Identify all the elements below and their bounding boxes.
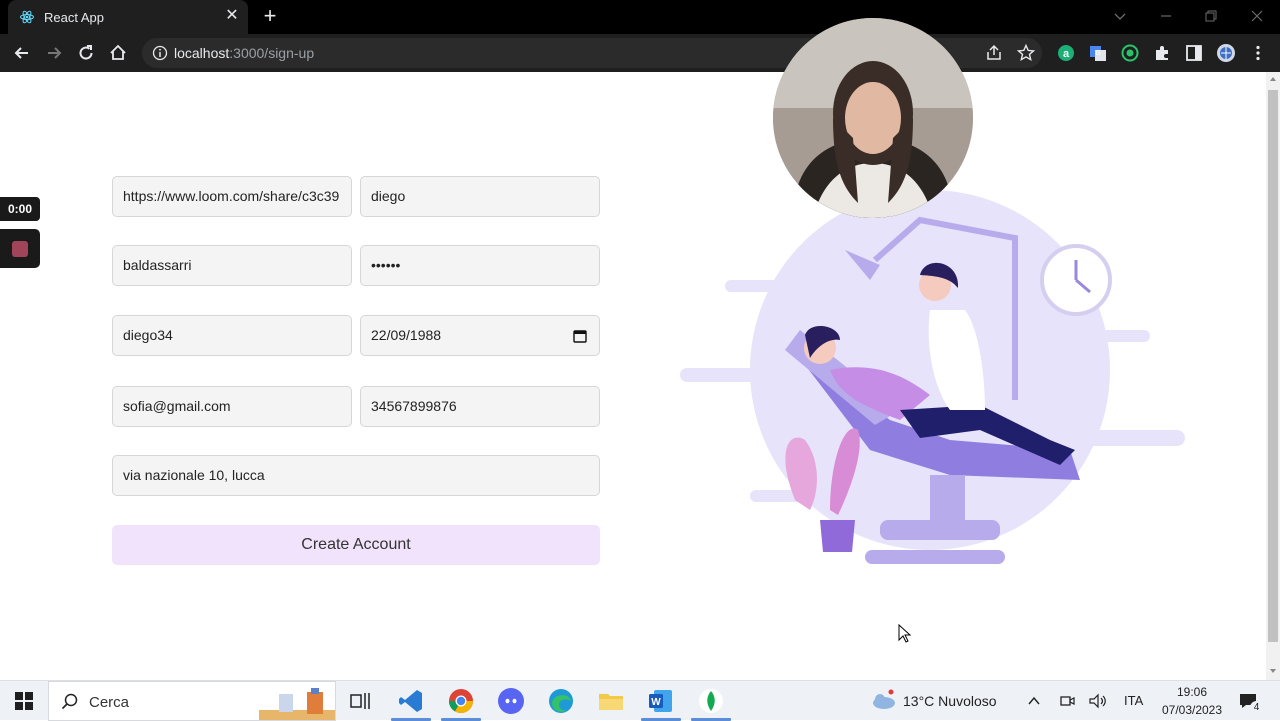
browser-tab[interactable]: React App ✕ [8,0,248,34]
site-info-icon[interactable] [152,45,168,61]
file-explorer-icon[interactable] [597,687,625,715]
search-placeholder: Cerca [89,694,130,711]
extension-circle-icon[interactable] [1120,43,1140,63]
taskbar-search-box[interactable]: Cerca [48,681,336,721]
scroll-down-icon[interactable] [1268,666,1278,676]
language-indicator[interactable]: ITA [1124,693,1143,708]
react-logo-icon [20,10,34,24]
word-icon[interactable]: W [647,687,675,715]
back-icon[interactable] [12,43,32,63]
dentist-illustration [680,190,1185,564]
scrollbar-thumb[interactable] [1268,90,1278,642]
browser-tab-bar: React App ✕ + [0,0,1280,34]
bookmark-star-icon[interactable] [1016,43,1036,63]
browser-toolbar: localhost:3000/sign-up a G [0,34,1280,72]
search-icon [61,693,78,710]
restore-icon[interactable] [1201,6,1221,26]
password-input[interactable]: •••••• [360,245,600,286]
new-tab-button[interactable]: + [260,5,280,27]
address-input[interactable]: via nazionale 10, lucca [112,455,600,496]
birthdate-value: 22/09/1988 [371,327,442,343]
task-view-icon[interactable] [346,687,374,715]
extensions-puzzle-icon[interactable] [1152,43,1172,63]
close-window-icon[interactable] [1247,6,1267,26]
side-panel-icon[interactable] [1184,43,1204,63]
create-account-button[interactable]: Create Account [112,525,600,565]
minimize-icon[interactable] [1156,6,1176,26]
svg-text:W: W [651,697,661,708]
mongodb-compass-icon[interactable] [697,687,725,715]
last-name-input[interactable]: baldassarri [112,245,352,286]
tab-close-icon[interactable]: ✕ [224,8,240,24]
home-icon[interactable] [108,43,128,63]
weather-text[interactable]: 13°C Nuvoloso [903,693,997,709]
stop-icon [12,241,28,257]
notification-count-badge: 4 [1250,701,1263,714]
svg-text:a: a [1063,48,1070,60]
system-clock[interactable]: 19:06 07/03/2023 [1152,683,1232,719]
calendar-icon[interactable] [573,329,587,343]
chrome-icon[interactable] [447,687,475,715]
webcam-person-icon [773,18,973,218]
share-icon[interactable] [984,43,1004,63]
username-input[interactable]: diego34 [112,315,352,356]
discord-icon[interactable] [497,687,525,715]
clock-date: 07/03/2023 [1161,703,1223,717]
video-url-input[interactable]: https://www.loom.com/share/c3c39 [112,176,352,217]
edge-icon[interactable] [547,687,575,715]
first-name-input[interactable]: diego [360,176,600,217]
windows-start-icon[interactable] [15,692,33,710]
phone-input[interactable]: 34567899876 [360,386,600,427]
menu-dots-icon[interactable] [1248,43,1268,63]
birthdate-input[interactable]: 22/09/1988 [360,315,600,356]
search-highlight-image-icon [259,688,335,720]
profile-avatar-icon[interactable] [1216,43,1236,63]
scroll-up-icon[interactable] [1268,74,1278,84]
loom-stop-button[interactable] [0,229,40,268]
vscode-icon[interactable] [397,687,425,715]
volume-icon[interactable] [1088,692,1108,710]
windows-taskbar: Cerca W 13°C Nuvoloso ITA 19:06 07/03/20… [0,680,1280,721]
translate-extension-icon[interactable]: G [1088,43,1108,63]
tab-title: React App [44,10,104,25]
mouse-cursor-icon [898,624,912,643]
clock-time: 19:06 [1176,685,1208,699]
tab-search-icon[interactable] [1110,6,1130,26]
loom-timer: 0:00 [0,197,40,221]
extension-a-icon[interactable]: a [1056,43,1076,63]
meet-now-icon[interactable] [1058,692,1076,710]
chevron-up-icon[interactable] [1026,693,1042,709]
svg-text:G: G [1096,50,1101,57]
webcam-bubble[interactable] [773,18,973,218]
reload-icon[interactable] [76,43,96,63]
url-text: localhost:3000/sign-up [174,45,315,61]
weather-cloud-icon[interactable] [870,689,896,711]
email-input[interactable]: sofia@gmail.com [112,386,352,427]
forward-icon[interactable] [44,43,64,63]
